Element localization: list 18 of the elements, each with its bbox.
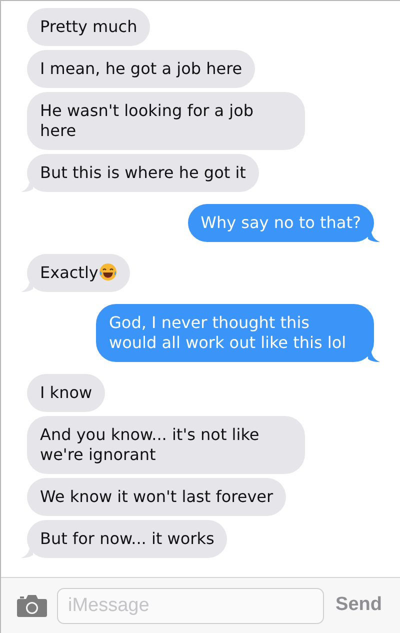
received-message: Pretty much bbox=[27, 8, 150, 46]
received-message: Exactly bbox=[27, 254, 130, 292]
camera-icon[interactable] bbox=[17, 594, 47, 617]
sent-message: Why say no to that? bbox=[188, 204, 374, 242]
bubble-tail-icon bbox=[21, 546, 33, 558]
bubble-tail-icon bbox=[368, 230, 380, 242]
bubble-tail-icon bbox=[21, 280, 33, 292]
received-message: I mean, he got a job here bbox=[27, 50, 256, 88]
received-message: And you know... it's not like we're ignorant bbox=[27, 416, 305, 474]
bubble-tail-icon bbox=[368, 350, 380, 362]
received-message: But for now... it works bbox=[27, 520, 228, 558]
sent-message: God, I never thought this would all work out like this lol bbox=[96, 304, 374, 362]
received-message: I know bbox=[27, 374, 106, 412]
received-message: We know it won't last forever bbox=[27, 478, 286, 516]
received-message: He wasn't looking for a job here bbox=[27, 92, 305, 150]
received-message: But this is where he got it bbox=[27, 154, 259, 192]
bubble-tail-icon bbox=[21, 180, 33, 192]
send-button[interactable]: Send bbox=[334, 591, 384, 620]
